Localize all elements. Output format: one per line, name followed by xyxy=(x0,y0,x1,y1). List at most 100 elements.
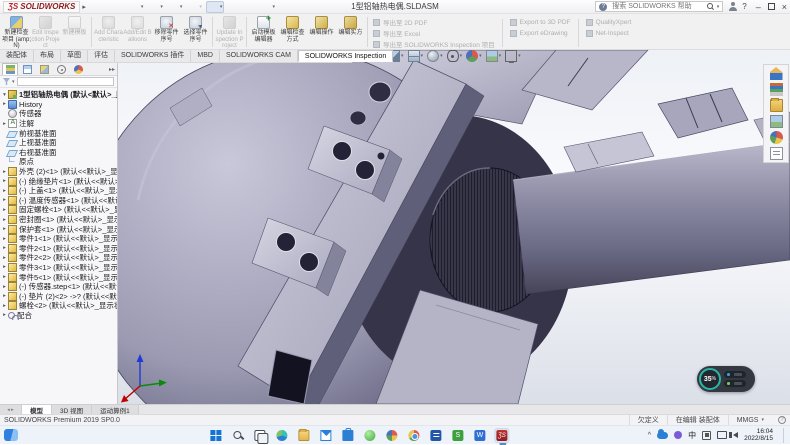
expand-arrow-icon[interactable]: ▸ xyxy=(1,169,8,175)
command-tab[interactable]: SOLIDWORKS Inspection xyxy=(298,50,393,62)
tree-item[interactable]: ▸ 外壳 (2)<1> (默认<<默认>_显示状态 xyxy=(1,167,117,177)
view-settings-icon[interactable]: ▾ xyxy=(505,50,521,62)
expand-arrow-icon[interactable]: ▸ xyxy=(1,236,8,242)
explorer-icon[interactable] xyxy=(296,428,311,443)
volume-icon[interactable] xyxy=(733,432,738,438)
ime-mode-icon[interactable] xyxy=(702,431,711,440)
bolt-hole[interactable] xyxy=(369,82,391,102)
dropdown-caret-icon[interactable]: ▾ xyxy=(272,4,275,10)
file-properties-icon[interactable] xyxy=(243,1,256,13)
expand-arrow-icon[interactable]: ▸ xyxy=(1,264,8,270)
bolt-hole[interactable] xyxy=(350,111,366,125)
quick-tips-icon[interactable]: ? xyxy=(778,416,786,424)
tree-item[interactable]: ▸ 注解 xyxy=(1,119,117,129)
home-icon[interactable] xyxy=(96,1,109,13)
export-button[interactable]: 导出至 SOLIDWORKS Inspection 项目 xyxy=(373,39,495,49)
filter-funnel-icon[interactable] xyxy=(3,78,10,85)
document-tab[interactable]: 3D 视图 xyxy=(52,405,92,414)
hidden-icons-chevron[interactable]: ^ xyxy=(648,432,651,439)
search-icon[interactable] xyxy=(707,3,714,10)
command-tab[interactable]: 布局 xyxy=(34,50,61,62)
search-icon[interactable] xyxy=(230,428,245,443)
tab-configurations[interactable] xyxy=(36,63,52,75)
expand-arrow-icon[interactable]: ▸ xyxy=(1,312,8,318)
expand-arrow-icon[interactable]: ▸ xyxy=(1,293,8,299)
tree-item[interactable]: ▸ 密封圈<1> (默认<<默认>_显示状态 xyxy=(1,215,117,225)
expand-arrow-icon[interactable]: ▸ xyxy=(1,101,8,107)
ribbon-button[interactable]: 编辑操作 xyxy=(307,15,336,49)
dropdown-caret-icon[interactable]: ▾ xyxy=(479,53,482,59)
appearance-icon[interactable]: ▾ xyxy=(466,50,482,62)
menu-expand-arrow[interactable]: ▸ xyxy=(82,3,86,11)
widget-toggle[interactable] xyxy=(724,371,746,378)
view-palette-icon[interactable] xyxy=(770,115,783,128)
export-button[interactable]: 导出至 2D PDF xyxy=(373,17,495,27)
dropdown-caret-icon[interactable]: ▾ xyxy=(199,4,202,10)
dropdown-caret-icon[interactable]: ▾ xyxy=(518,53,521,59)
tree-item[interactable]: ▸ (-) 绝缘垫片<1> (默认<<默认>_显示状 xyxy=(1,176,117,186)
scene-icon[interactable]: ▾ xyxy=(486,50,502,62)
tree-item[interactable]: ▸ 螺栓<2> (默认<<默认>_显示状态 xyxy=(1,301,117,311)
ribbon-button[interactable]: 新建模板 xyxy=(60,15,89,49)
view-orientation-icon[interactable]: ▾ xyxy=(408,50,424,62)
tree-item[interactable]: 传感器 xyxy=(1,109,117,119)
restore-button[interactable] xyxy=(768,3,775,10)
store-icon[interactable] xyxy=(340,428,355,443)
save-icon[interactable]: ▾ xyxy=(147,1,164,13)
ribbon-button[interactable]: Edit Inspection Project xyxy=(31,15,60,49)
tab-feature-tree[interactable] xyxy=(2,63,18,75)
tree-item[interactable]: ▸ 配合 xyxy=(1,311,117,321)
graphics-area[interactable]: ▾ ▾ ▾ ▾ ▾ ▾ ▾ ▾ xyxy=(118,50,790,404)
dropdown-caret-icon[interactable]: ▾ xyxy=(440,53,443,59)
export-button[interactable]: Export to 3D PDF xyxy=(510,17,571,27)
tree-item[interactable]: ▸ 零件5<1> (默认<<默认>_显示状态 xyxy=(1,272,117,282)
tree-item[interactable]: ▾ 1型铝轴热电偶 (默认<默认>_显示状态-1 xyxy=(1,90,117,100)
reader-app-icon[interactable] xyxy=(428,428,443,443)
dropdown-caret-icon[interactable]: ▾ xyxy=(160,4,163,10)
task-view-icon[interactable] xyxy=(252,428,267,443)
tree-item[interactable]: ▸ (-) 温度传感器<1> (默认<<默认>_显示 xyxy=(1,196,117,206)
solidworks-logo[interactable]: ƷS SOLIDWORKS xyxy=(3,1,80,13)
print-icon[interactable]: ▾ xyxy=(167,1,184,13)
expand-arrow-icon[interactable]: ▸ xyxy=(1,274,8,280)
ribbon-button[interactable]: 启动模板编辑器 xyxy=(249,15,278,49)
expand-arrow-icon[interactable]: ▸ xyxy=(1,197,8,203)
tree-item[interactable]: ▸ 保护套<1> (默认<<默认>_显示状态 xyxy=(1,224,117,234)
ribbon-button[interactable]: 编辑实方 xyxy=(336,15,365,49)
tree-item[interactable]: 右视基准面 xyxy=(1,148,117,158)
ime-language-indicator[interactable]: 中 xyxy=(688,430,696,441)
tab-scroll-icon[interactable]: ▸▸ xyxy=(109,66,117,73)
tree-item[interactable]: ▸ (-) 上盖<1> (默认<<默认>_显示状态 xyxy=(1,186,117,196)
expand-arrow-icon[interactable]: ▾ xyxy=(1,92,8,98)
hide-show-icon[interactable]: ▾ xyxy=(447,50,463,62)
block-hole[interactable] xyxy=(277,233,296,252)
ribbon-button[interactable]: Add Characteristic xyxy=(94,15,123,49)
tree-item[interactable]: ▸ History xyxy=(1,100,117,110)
expand-arrow-icon[interactable]: ▸ xyxy=(1,207,8,213)
tree-item[interactable]: 原点 xyxy=(1,157,117,167)
command-tab[interactable]: SOLIDWORKS 插件 xyxy=(115,50,191,62)
command-tab[interactable]: 装配体 xyxy=(0,50,34,62)
help-search-box[interactable]: ? ▾ xyxy=(595,1,723,12)
expand-arrow-icon[interactable]: ▸ xyxy=(1,303,8,309)
block-hole[interactable] xyxy=(356,161,375,180)
expand-arrow-icon[interactable]: ▸ xyxy=(1,188,8,194)
custom-properties-icon[interactable] xyxy=(770,147,783,160)
chrome-icon[interactable] xyxy=(406,428,421,443)
tab-dimxpert[interactable] xyxy=(53,63,69,75)
ribbon-button[interactable]: 移除零件序号 xyxy=(152,15,181,49)
dropdown-caret-icon[interactable]: ▾ xyxy=(460,53,463,59)
tree-item[interactable]: ▸ (-) 垫片 (2)<2> ->? (默认<<默认>_显 xyxy=(1,291,117,301)
expand-arrow-icon[interactable]: ▸ xyxy=(1,284,8,290)
select-icon[interactable]: ▾ xyxy=(206,1,225,13)
tree-item[interactable]: 上视基准面 xyxy=(1,138,117,148)
document-tab[interactable]: 模型 xyxy=(22,405,52,414)
block-hole[interactable] xyxy=(333,142,352,161)
dropdown-caret-icon[interactable]: ▾ xyxy=(499,53,502,59)
design-library-icon[interactable] xyxy=(770,83,783,96)
export-button[interactable]: Export eDrawing xyxy=(510,28,571,38)
appearances-icon[interactable] xyxy=(770,131,783,144)
expand-arrow-icon[interactable]: ▸ xyxy=(1,226,8,232)
dropdown-caret-icon[interactable]: ▾ xyxy=(141,4,144,10)
ribbon-button[interactable]: Update Inspection Project xyxy=(215,15,244,49)
